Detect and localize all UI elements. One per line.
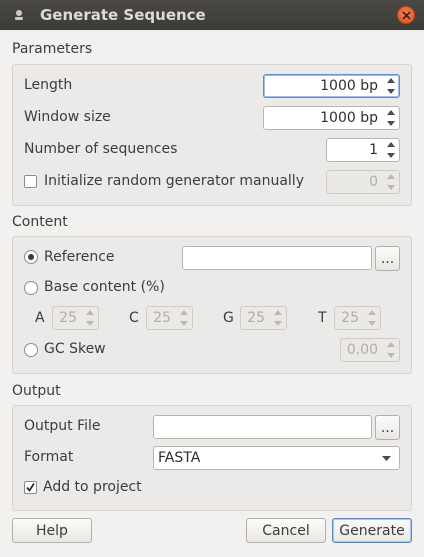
base-t-label: T [318, 310, 327, 326]
output-file-label: Output File [24, 418, 101, 434]
base-c-label: C [129, 310, 139, 326]
arrow-down-icon [86, 321, 94, 326]
arrow-up-icon [387, 78, 395, 83]
base-a-value: 25 [59, 310, 77, 326]
reference-input[interactable] [182, 246, 372, 270]
init-random-label: Initialize random generator manually [44, 173, 304, 189]
window-size-value: 1000 bp [320, 110, 378, 126]
init-random-checkbox[interactable] [24, 175, 37, 188]
init-random-seed-value: 0 [369, 174, 378, 190]
arrow-down-icon [387, 121, 395, 126]
checkmark-icon [26, 483, 35, 493]
num-sequences-spinbox[interactable]: 1 [326, 138, 400, 162]
generate-button[interactable]: Generate [332, 518, 412, 543]
arrow-down-icon [368, 321, 376, 326]
base-c-increment [176, 307, 192, 318]
gc-skew-label: GC Skew [44, 341, 106, 357]
gc-skew-radio[interactable] [24, 343, 38, 357]
arrow-up-icon [274, 310, 282, 315]
reference-browse-label: ... [380, 250, 395, 267]
base-c-spinbox: 25 [146, 306, 193, 330]
base-g-value: 25 [247, 310, 265, 326]
add-to-project-label: Add to project [43, 479, 142, 495]
length-spinbox[interactable]: 1000 bp [263, 74, 400, 98]
base-g-increment [270, 307, 286, 318]
gc-skew-increment [383, 339, 399, 350]
content-section-title: Content [12, 214, 68, 230]
arrow-down-icon [180, 321, 188, 326]
num-sequences-label: Number of sequences [24, 141, 178, 157]
gc-skew-decrement [383, 350, 399, 361]
base-t-spinbox: 25 [334, 306, 381, 330]
arrow-down-icon [387, 89, 395, 94]
base-g-spinbox: 25 [240, 306, 287, 330]
output-section-title: Output [12, 383, 61, 399]
chevron-down-icon [382, 456, 391, 461]
base-a-label: A [35, 310, 45, 326]
window-size-spinbox[interactable]: 1000 bp [263, 106, 400, 130]
reference-browse-button[interactable]: ... [375, 246, 400, 271]
help-button-label: Help [36, 522, 68, 539]
base-t-value: 25 [341, 310, 359, 326]
length-value: 1000 bp [320, 78, 378, 94]
window-title: Generate Sequence [40, 6, 206, 24]
base-c-value: 25 [153, 310, 171, 326]
seed-decrement [383, 182, 399, 193]
base-content-label: Base content (%) [44, 279, 165, 295]
window-size-decrement[interactable] [383, 118, 399, 129]
gc-skew-value: 0.00 [346, 342, 378, 358]
base-a-spinbox: 25 [52, 306, 99, 330]
output-file-browse-button[interactable]: ... [375, 415, 400, 440]
arrow-up-icon [387, 174, 395, 179]
format-value: FASTA [158, 450, 201, 466]
base-g-decrement [270, 318, 286, 329]
add-to-project-checkbox[interactable] [24, 481, 37, 494]
window-size-increment[interactable] [383, 107, 399, 118]
reference-radio[interactable] [24, 250, 38, 264]
arrow-up-icon [86, 310, 94, 315]
base-c-decrement [176, 318, 192, 329]
window-menu-icon[interactable] [13, 9, 25, 21]
init-random-seed-spinbox: 0 [326, 170, 400, 194]
seed-increment [383, 171, 399, 182]
parameters-section-title: Parameters [12, 41, 93, 57]
num-sequences-value: 1 [369, 142, 378, 158]
generate-button-label: Generate [339, 522, 405, 539]
format-select[interactable]: FASTA [153, 446, 400, 470]
output-file-input[interactable] [153, 415, 372, 439]
length-decrement[interactable] [383, 86, 399, 97]
arrow-up-icon [387, 110, 395, 115]
help-button[interactable]: Help [12, 518, 92, 543]
format-label: Format [24, 449, 74, 465]
arrow-down-icon [387, 185, 395, 190]
num-sequences-decrement[interactable] [383, 150, 399, 161]
arrow-up-icon [387, 142, 395, 147]
cancel-button-label: Cancel [262, 522, 310, 539]
arrow-down-icon [274, 321, 282, 326]
base-a-increment [82, 307, 98, 318]
close-icon [402, 11, 411, 20]
cancel-button[interactable]: Cancel [246, 518, 326, 543]
length-label: Length [24, 77, 73, 93]
base-a-decrement [82, 318, 98, 329]
arrow-down-icon [387, 153, 395, 158]
base-content-radio[interactable] [24, 281, 38, 295]
arrow-up-icon [387, 342, 395, 347]
base-t-increment [364, 307, 380, 318]
reference-label: Reference [44, 249, 115, 265]
base-t-decrement [364, 318, 380, 329]
gc-skew-spinbox: 0.00 [340, 338, 400, 362]
window-size-label: Window size [24, 109, 111, 125]
num-sequences-increment[interactable] [383, 139, 399, 150]
length-increment[interactable] [383, 75, 399, 86]
close-button[interactable] [397, 6, 415, 24]
arrow-up-icon [180, 310, 188, 315]
base-g-label: G [223, 310, 234, 326]
arrow-down-icon [387, 353, 395, 358]
title-bar: Generate Sequence [0, 0, 424, 30]
arrow-up-icon [368, 310, 376, 315]
radio-selected-indicator [28, 254, 34, 260]
output-file-browse-label: ... [380, 419, 395, 436]
